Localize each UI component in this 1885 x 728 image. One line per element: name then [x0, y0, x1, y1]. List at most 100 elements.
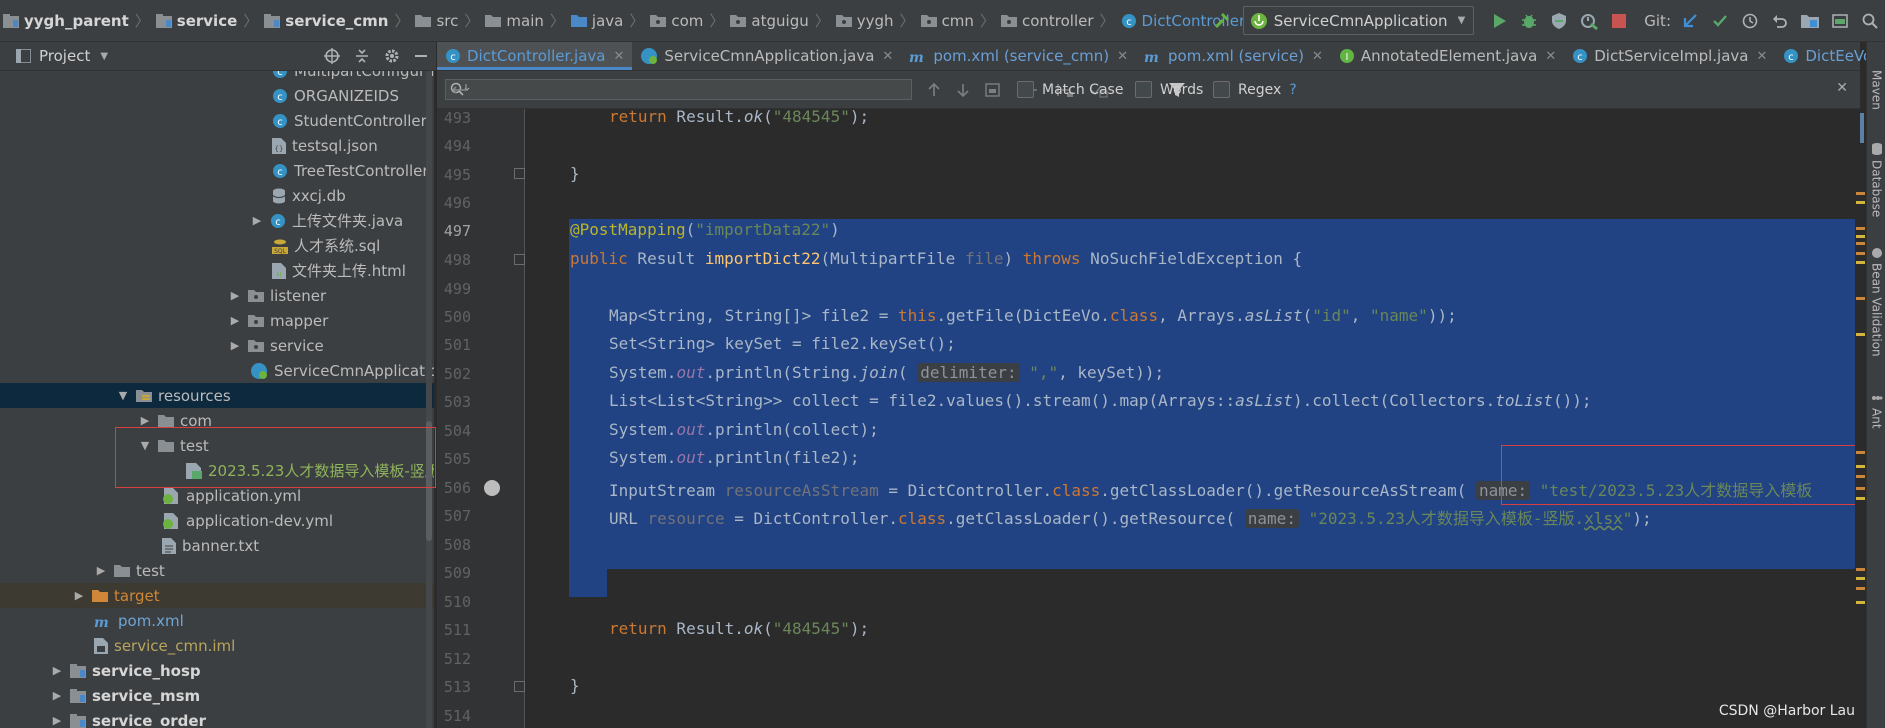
- close-icon[interactable]: ✕: [882, 49, 893, 64]
- breadcrumb-service[interactable]: service: [153, 0, 240, 41]
- match-case-checkbox[interactable]: Match Case: [1017, 71, 1123, 108]
- breadcrumb-com[interactable]: com: [647, 0, 706, 41]
- close-icon[interactable]: ✕: [1312, 49, 1323, 64]
- chevron-right-icon[interactable]: ▶: [250, 214, 264, 227]
- breadcrumb-yygh-parent[interactable]: yygh_parent: [0, 0, 132, 41]
- select-all-icon[interactable]: [985, 82, 1001, 98]
- new-line-icon[interactable]: [450, 82, 903, 96]
- tree-item[interactable]: c TreeTestController: [0, 158, 434, 183]
- arrow-up-icon[interactable]: [927, 82, 941, 98]
- tree-item[interactable]: xxcj.db: [0, 183, 434, 208]
- git-update-button[interactable]: [1675, 6, 1705, 36]
- maven-tool-button[interactable]: m Maven: [1867, 54, 1885, 110]
- tree-item[interactable]: m pom.xml: [0, 608, 434, 633]
- chevron-right-icon[interactable]: ▶: [138, 414, 152, 427]
- tree-scrollbar[interactable]: [426, 71, 432, 728]
- tree-item[interactable]: {} testsql.json: [0, 133, 434, 158]
- collapse-all-icon[interactable]: [354, 48, 370, 64]
- breadcrumb-yygh[interactable]: yygh: [833, 0, 897, 41]
- chevron-down-icon[interactable]: ▼: [116, 389, 130, 402]
- tree-item[interactable]: c MultipartConfigurati: [0, 71, 434, 83]
- find-input[interactable]: [445, 79, 912, 100]
- tab-servicecmnapplication[interactable]: ServiceCmnApplication.java ✕: [632, 42, 901, 70]
- tree-item[interactable]: ▶ service_order: [0, 708, 434, 728]
- fold-marker[interactable]: [514, 254, 525, 265]
- tree-item[interactable]: ▶ listener: [0, 283, 434, 308]
- close-icon[interactable]: ✕: [613, 49, 624, 64]
- close-icon[interactable]: ✕: [1117, 49, 1128, 64]
- gear-icon[interactable]: [384, 48, 400, 64]
- chevron-right-icon[interactable]: ▶: [50, 714, 64, 727]
- breadcrumb-atguigu[interactable]: atguigu: [727, 0, 811, 41]
- coverage-button[interactable]: [1544, 6, 1574, 36]
- tree-item-target[interactable]: ▶ target: [0, 583, 434, 608]
- error-stripe[interactable]: [1855, 109, 1866, 728]
- tab-pom-service-cmn[interactable]: m pom.xml (service_cmn) ✕: [901, 42, 1136, 70]
- regex-checkbox[interactable]: Regex ?: [1213, 71, 1297, 108]
- fold-marker[interactable]: [514, 681, 525, 692]
- chevron-right-icon[interactable]: ▶: [72, 589, 86, 602]
- project-structure-button[interactable]: [1795, 6, 1825, 36]
- tree-item[interactable]: ▶ c 上传文件夹.java: [0, 208, 434, 233]
- project-view-selector[interactable]: Project ▼: [16, 47, 108, 65]
- tree-item[interactable]: c ORGANIZEIDS: [0, 83, 434, 108]
- tree-item[interactable]: ▶ service: [0, 333, 434, 358]
- tree-item[interactable]: application-dev.yml: [0, 508, 434, 533]
- tree-item[interactable]: ServiceCmnApplication: [0, 358, 434, 383]
- chevron-right-icon[interactable]: ▶: [94, 564, 108, 577]
- debug-button[interactable]: [1514, 6, 1544, 36]
- breadcrumb-service-cmn[interactable]: service_cmn: [261, 0, 391, 41]
- search-everywhere-button[interactable]: [1855, 6, 1885, 36]
- breadcrumb-src[interactable]: src: [412, 0, 461, 41]
- locate-target-icon[interactable]: [324, 48, 340, 64]
- tree-item[interactable]: service_cmn.iml: [0, 633, 434, 658]
- fold-marker[interactable]: [514, 168, 525, 179]
- tab-pom-service[interactable]: m pom.xml (service) ✕: [1136, 42, 1331, 70]
- ant-tool-button[interactable]: Ant: [1867, 392, 1885, 429]
- run-button[interactable]: [1484, 6, 1514, 36]
- close-icon[interactable]: ✕: [1836, 80, 1848, 96]
- breakpoint-icon[interactable]: [484, 480, 500, 496]
- git-history-button[interactable]: [1735, 6, 1765, 36]
- git-rollback-button[interactable]: [1765, 6, 1795, 36]
- tree-item[interactable]: SQL 人才系统.sql: [0, 233, 434, 258]
- profile-button[interactable]: [1574, 6, 1604, 36]
- tab-dictserviceimpl[interactable]: c DictServiceImpl.java ✕: [1564, 42, 1775, 70]
- layout-button[interactable]: [1825, 6, 1855, 36]
- chevron-right-icon[interactable]: ▶: [228, 289, 242, 302]
- database-tool-button[interactable]: Database: [1867, 142, 1885, 217]
- breadcrumb-main[interactable]: main: [482, 0, 546, 41]
- breadcrumb-cmn[interactable]: cmn: [918, 0, 977, 41]
- chevron-right-icon[interactable]: ▶: [228, 339, 242, 352]
- tree-item-resources[interactable]: ▼ resources: [0, 383, 434, 408]
- tree-item[interactable]: c StudentController: [0, 108, 434, 133]
- minimize-icon[interactable]: [414, 49, 428, 63]
- build-button[interactable]: [1207, 6, 1237, 36]
- checkbox-box[interactable]: [1017, 81, 1034, 98]
- breadcrumb-java[interactable]: java: [568, 0, 626, 41]
- tab-annotatedelement[interactable]: I AnnotatedElement.java ✕: [1331, 42, 1564, 70]
- tab-dictcontroller[interactable]: c DictController.java ✕: [437, 42, 633, 70]
- tree-item[interactable]: H 文件夹上传.html: [0, 258, 434, 283]
- chevron-right-icon[interactable]: ▶: [50, 664, 64, 677]
- words-checkbox[interactable]: Words: [1135, 71, 1203, 108]
- tree-item[interactable]: ▶ mapper: [0, 308, 434, 333]
- tree-item[interactable]: ▶ test: [0, 558, 434, 583]
- tree-item[interactable]: ▶ service_msm: [0, 683, 434, 708]
- bean-validation-tool-button[interactable]: Bean Validation: [1867, 247, 1885, 357]
- tree-item[interactable]: banner.txt: [0, 533, 434, 558]
- stop-button[interactable]: [1604, 6, 1634, 36]
- arrow-down-icon[interactable]: [956, 82, 970, 98]
- breadcrumb-controller[interactable]: controller: [998, 0, 1097, 41]
- close-icon[interactable]: ✕: [1756, 49, 1767, 64]
- checkbox-box[interactable]: [1213, 81, 1230, 98]
- git-commit-button[interactable]: [1705, 6, 1735, 36]
- close-icon[interactable]: ✕: [1545, 49, 1556, 64]
- svg-text:c: c: [275, 217, 281, 228]
- checkbox-box[interactable]: [1135, 81, 1152, 98]
- regex-help-link[interactable]: ?: [1289, 82, 1296, 98]
- chevron-right-icon[interactable]: ▶: [50, 689, 64, 702]
- tree-item[interactable]: ▶ service_hosp: [0, 658, 434, 683]
- run-configuration-select[interactable]: ServiceCmnApplication ▼: [1242, 6, 1475, 35]
- chevron-right-icon[interactable]: ▶: [228, 314, 242, 327]
